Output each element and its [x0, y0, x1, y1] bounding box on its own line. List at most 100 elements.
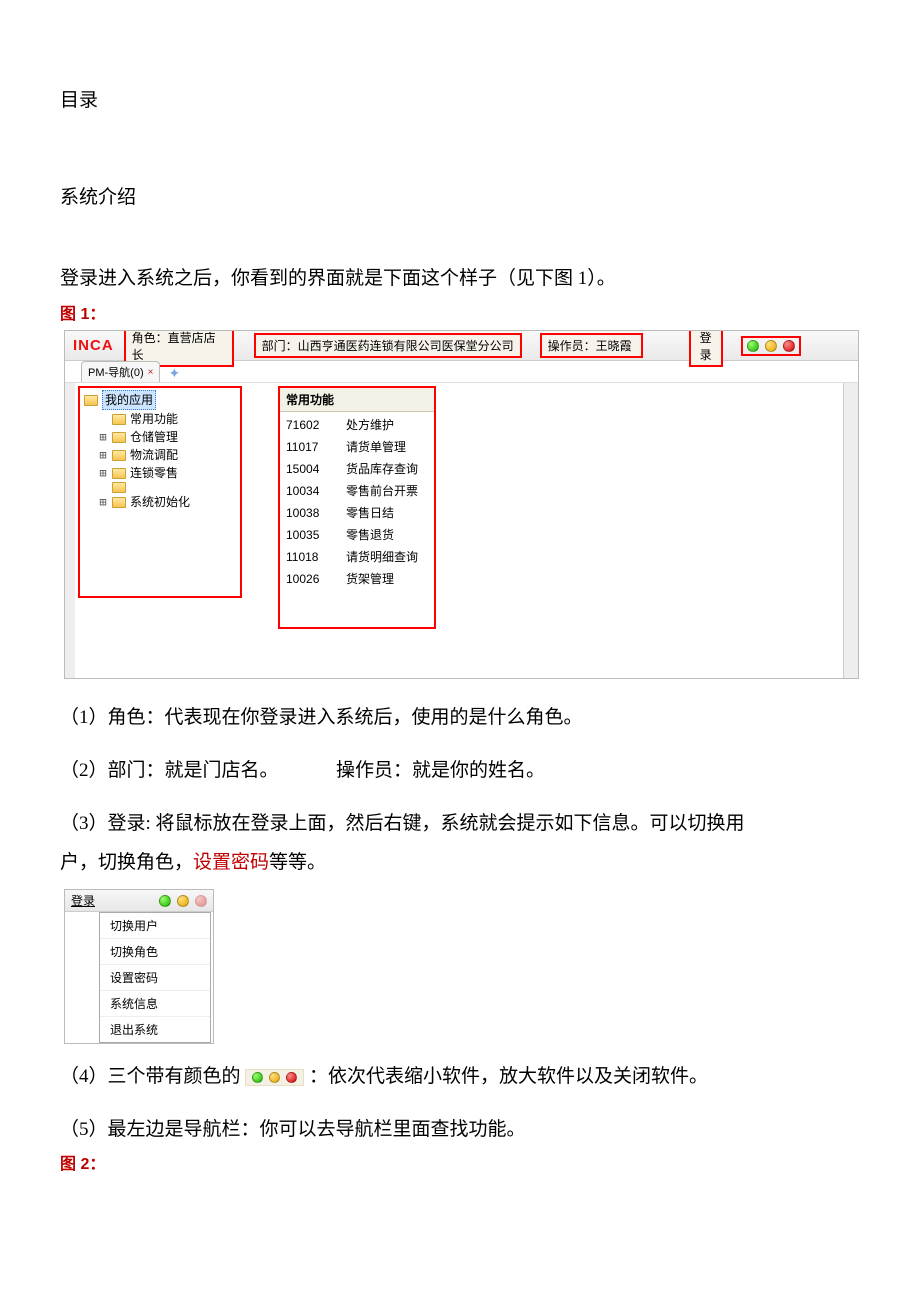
function-code: 15004 [286, 458, 332, 480]
minimize-icon [252, 1072, 263, 1083]
function-code: 71602 [286, 414, 332, 436]
function-row[interactable]: 10035 零售退货 [286, 524, 432, 546]
function-row[interactable]: 11018 请货明细查询 [286, 546, 432, 568]
screenshot-figure-1: INCA 角色：直营店店长 部门：山西亨通医药连锁有限公司医保堂分公司 操作员：… [64, 330, 859, 679]
common-functions-list: 71602 处方维护 11017 请货单管理 15004 货品库存查询 10034 零售前台开… [280, 412, 434, 590]
explain-3-highlight: 设置密码 [193, 852, 269, 873]
explain-2a: （2）部门：就是门店名。 [60, 760, 279, 781]
context-menu-item[interactable]: 退出系统 [100, 1017, 210, 1042]
folder-icon [112, 432, 126, 443]
explain-5: （5）最左边是导航栏：你可以去导航栏里面查找功能。 [60, 1111, 860, 1150]
tree-expand-icon[interactable]: ⊞ [98, 493, 108, 511]
explain-3-line2: 户，切换角色，设置密码等等。 [60, 844, 860, 883]
explain-3-line2b: 等等。 [269, 852, 326, 873]
tree-expand-icon[interactable]: ⊞ [98, 464, 108, 482]
tree-item[interactable]: ⊞ 物流调配 [84, 446, 236, 464]
maximize-icon [269, 1072, 280, 1083]
context-menu-item[interactable]: 设置密码 [100, 965, 210, 991]
tab-pm-nav[interactable]: PM-导航(0) × [81, 361, 160, 382]
function-row[interactable]: 71602 处方维护 [286, 414, 432, 436]
function-row[interactable]: 11017 请货单管理 [286, 436, 432, 458]
window-buttons-group [741, 336, 801, 356]
function-code: 10038 [286, 502, 332, 524]
explain-2b: 操作员：就是你的姓名。 [336, 760, 545, 781]
function-code: 10034 [286, 480, 332, 502]
function-code: 11017 [286, 436, 332, 458]
minimize-icon[interactable] [159, 895, 171, 907]
explain-3-line1: （3）登录: 将鼠标放在登录上面，然后右键，系统就会提示如下信息。可以切换用 [60, 805, 860, 844]
tab-strip: PM-导航(0) × ✦ [65, 361, 858, 383]
explain-2: （2）部门：就是门店名。 操作员：就是你的姓名。 [60, 752, 860, 791]
function-name: 请货单管理 [346, 436, 406, 458]
function-name: 处方维护 [346, 414, 394, 436]
explain-4a: （4）三个带有颜色的 [60, 1066, 241, 1087]
function-row[interactable]: 10034 零售前台开票 [286, 480, 432, 502]
folder-icon [112, 482, 126, 493]
left-gutter [65, 383, 75, 678]
toc-heading: 目录 [60, 85, 860, 112]
tab-label: PM-导航(0) [88, 364, 144, 380]
tree-item[interactable]: ⊞仓储管理 [84, 428, 236, 446]
context-menu-item[interactable]: 切换角色 [100, 939, 210, 965]
app-logo: INCA [71, 337, 116, 354]
nav-tree-panel: 我的应用 常用功能⊞仓储管理⊞物流调配⊞连锁零售⊞系统初始化 [78, 386, 242, 598]
close-icon [286, 1072, 297, 1083]
function-name: 零售前台开票 [346, 480, 418, 502]
function-row[interactable]: 10038 零售日结 [286, 502, 432, 524]
common-functions-header: 常用功能 [280, 388, 434, 412]
inline-window-buttons [245, 1069, 304, 1086]
tree-root-label: 我的应用 [102, 390, 156, 410]
tree-item-label: 物流调配 [130, 446, 178, 464]
function-name: 请货明细查询 [346, 546, 418, 568]
figure-2-label: 图 2： [60, 1150, 860, 1174]
tree-expand-icon[interactable]: ⊞ [98, 446, 108, 464]
intro-line: 登录进入系统之后，你看到的界面就是下面这个样子（见下图 1）。 [60, 264, 860, 294]
function-code: 10026 [286, 568, 332, 590]
figure-1-label: 图 1： [60, 300, 860, 324]
tree-item[interactable]: ⊞ 连锁零售 [84, 464, 236, 482]
context-menu-item[interactable]: 系统信息 [100, 991, 210, 1017]
close-icon[interactable] [195, 895, 207, 907]
tree-item-label: 常用功能 [130, 410, 178, 428]
folder-icon [84, 395, 98, 406]
header-operator-field: 操作员：王晓霞 [540, 333, 643, 358]
close-icon[interactable] [783, 340, 795, 352]
tree-item[interactable]: 常用功能 [84, 410, 236, 428]
function-name: 货架管理 [346, 568, 394, 590]
function-code: 11018 [286, 546, 332, 568]
tree-item[interactable] [84, 482, 236, 493]
explain-4b: ：依次代表缩小软件，放大软件以及关闭软件。 [309, 1066, 708, 1087]
folder-icon [112, 497, 126, 508]
context-menu-item[interactable]: 切换用户 [100, 913, 210, 939]
ctx-login-label[interactable]: 登录 [71, 892, 95, 909]
tree-item-label: 系统初始化 [130, 493, 190, 511]
function-name: 零售日结 [346, 502, 394, 524]
function-name: 零售退货 [346, 524, 394, 546]
common-functions-panel: 常用功能 71602处方维护11017请货单管理15004货品库存查询10034… [278, 386, 436, 629]
folder-icon [112, 414, 126, 425]
tree-item[interactable]: ⊞ 系统初始化 [84, 493, 236, 511]
function-name: 货品库存查询 [346, 458, 418, 480]
tab-add-icon[interactable]: ✦ [164, 365, 184, 382]
tree-expand-icon[interactable]: ⊞ [98, 428, 108, 446]
tab-close-icon[interactable]: × [148, 367, 154, 378]
function-code: 10035 [286, 524, 332, 546]
app-body: 我的应用 常用功能⊞仓储管理⊞物流调配⊞连锁零售⊞系统初始化 常用功能 7160… [65, 383, 858, 678]
header-department-field: 部门：山西亨通医药连锁有限公司医保堂分公司 [254, 333, 522, 358]
scrollbar-vertical[interactable] [843, 383, 858, 678]
function-row[interactable]: 15004 货品库存查询 [286, 458, 432, 480]
folder-icon [112, 450, 126, 461]
maximize-icon[interactable] [177, 895, 189, 907]
minimize-icon[interactable] [747, 340, 759, 352]
maximize-icon[interactable] [765, 340, 777, 352]
tree-item-label: 连锁零售 [130, 464, 178, 482]
explain-4: （4）三个带有颜色的 ：依次代表缩小软件，放大软件以及关闭软件。 [60, 1058, 860, 1097]
function-row[interactable]: 10026 货架管理 [286, 568, 432, 590]
explain-1: （1）角色：代表现在你登录进入系统后，使用的是什么角色。 [60, 699, 860, 738]
context-menu: 切换用户切换角色设置密码系统信息退出系统 [99, 912, 211, 1043]
explain-3-line2a: 户，切换角色， [60, 852, 193, 873]
section-heading: 系统介绍 [60, 182, 860, 209]
tree-root[interactable]: 我的应用 [84, 390, 236, 410]
header-login-button[interactable]: 登录 [689, 330, 723, 367]
context-menu-screenshot: 登录 切换用户切换角色设置密码系统信息退出系统 [64, 889, 214, 1044]
